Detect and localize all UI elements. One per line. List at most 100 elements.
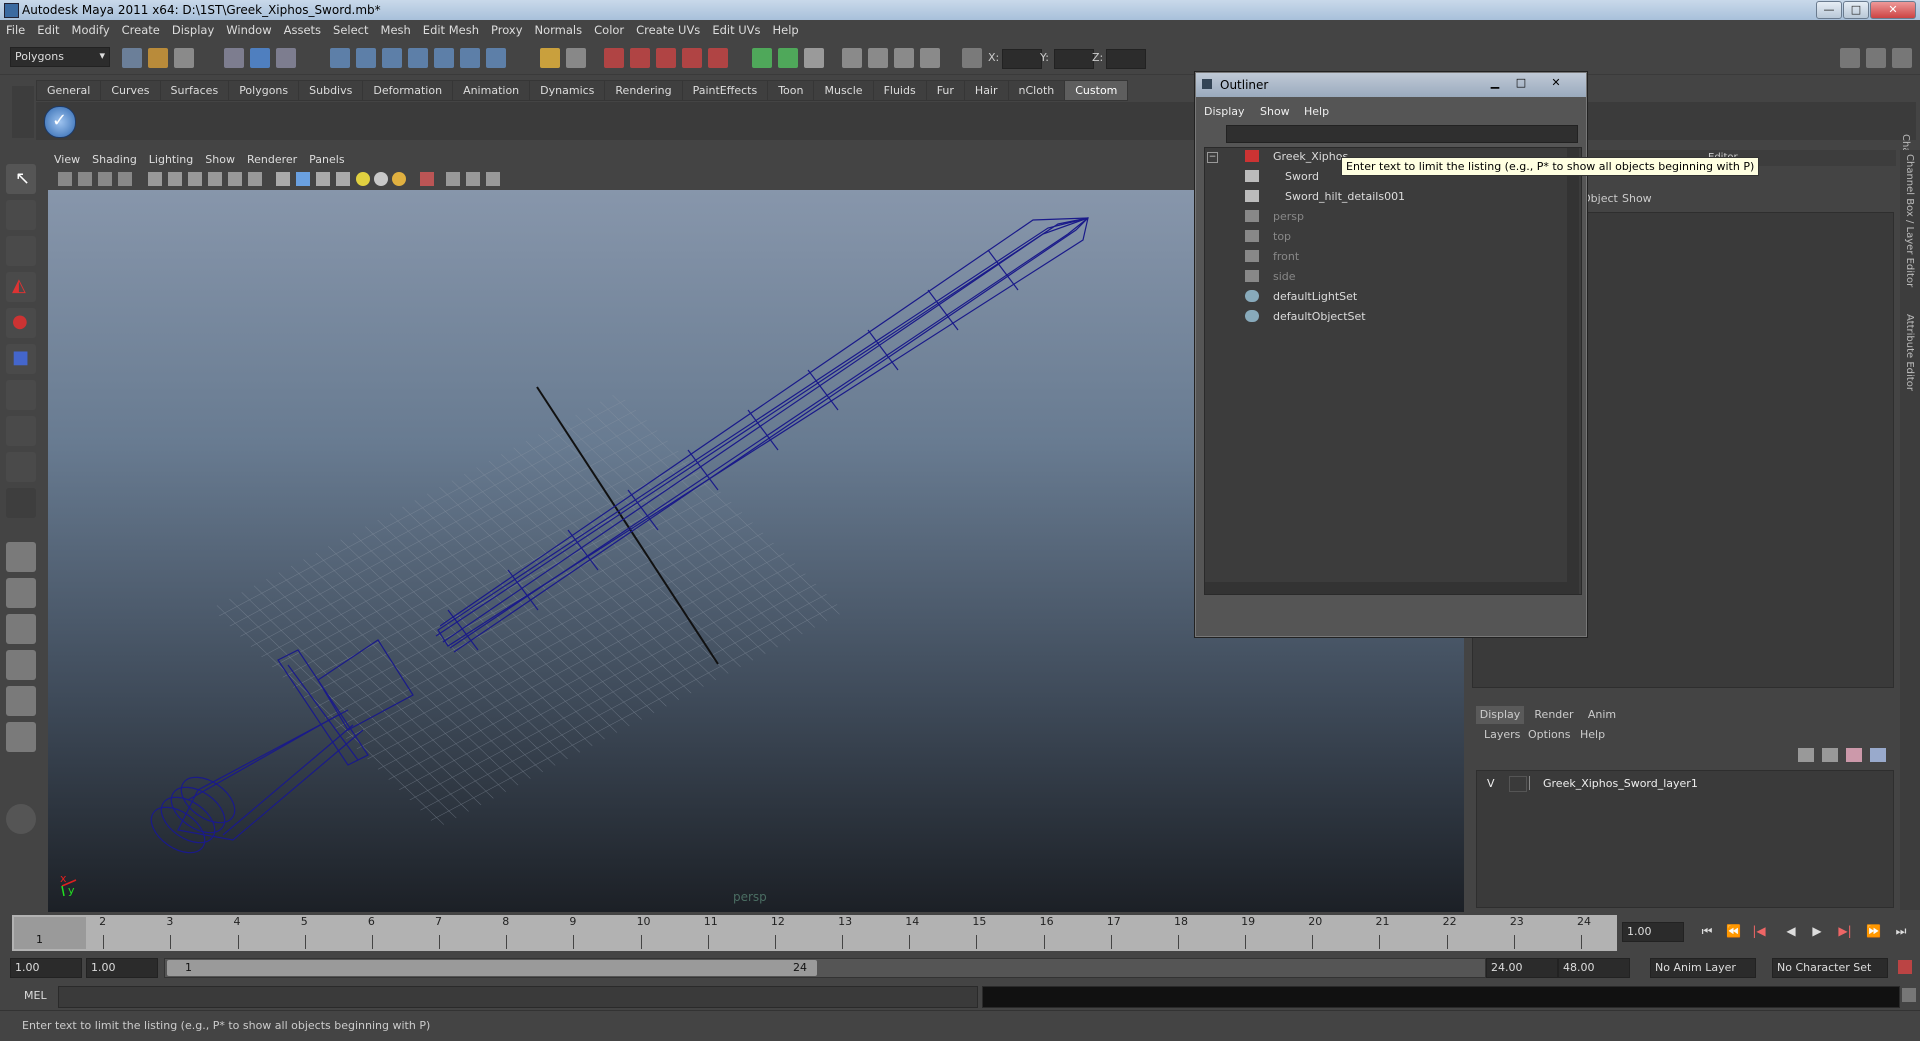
menu-normals[interactable]: Normals bbox=[529, 20, 589, 40]
layer-color-swatch[interactable] bbox=[1529, 776, 1542, 790]
menu-modify[interactable]: Modify bbox=[66, 20, 116, 40]
snap-view-plane-icon[interactable] bbox=[408, 48, 428, 68]
input-ops-icon[interactable] bbox=[752, 48, 772, 68]
trax-editor-icon[interactable] bbox=[920, 48, 940, 68]
select-object-icon[interactable] bbox=[250, 48, 270, 68]
persp-graph-layout-icon[interactable] bbox=[6, 650, 36, 680]
shelf-tab-custom[interactable]: Custom bbox=[1064, 80, 1129, 101]
step-back-frame-icon[interactable]: |◀ bbox=[1752, 924, 1766, 938]
shelf-tab-painteffects[interactable]: PaintEffects bbox=[681, 80, 769, 101]
outliner-item[interactable]: Sword_hilt_details001 bbox=[1245, 188, 1575, 206]
move-tool-icon[interactable]: ◭ bbox=[6, 272, 36, 302]
range-slider-track[interactable]: 1 24 bbox=[164, 958, 1486, 978]
help-icon[interactable] bbox=[486, 48, 506, 68]
outliner-menu-display[interactable]: Display bbox=[1204, 105, 1245, 118]
playback-end-field[interactable]: 24.00 bbox=[1486, 958, 1558, 978]
paint-effects-icon[interactable] bbox=[6, 804, 36, 834]
soft-mod-tool-icon[interactable] bbox=[6, 416, 36, 446]
maximize-button[interactable]: □ bbox=[1843, 1, 1869, 19]
backface-cull-icon[interactable] bbox=[486, 172, 500, 186]
absolute-transform-icon[interactable] bbox=[962, 48, 982, 68]
image-plane-icon[interactable] bbox=[118, 172, 132, 186]
make-live-icon[interactable] bbox=[434, 48, 454, 68]
outliner-filter-input[interactable] bbox=[1226, 125, 1578, 143]
auto-key-icon[interactable] bbox=[1898, 960, 1912, 974]
menu-set-dropdown[interactable]: Polygons ▾ bbox=[10, 47, 110, 67]
menu-show[interactable]: Show bbox=[1622, 192, 1652, 205]
outliner-item[interactable]: front bbox=[1245, 248, 1575, 266]
all-lights-icon[interactable] bbox=[374, 172, 388, 186]
render-view-icon[interactable] bbox=[708, 48, 728, 68]
layer-menu-layers[interactable]: Layers bbox=[1484, 728, 1520, 741]
playback-start-field[interactable]: 1.00 bbox=[86, 958, 158, 978]
rotate-tool-icon[interactable]: ● bbox=[6, 308, 36, 338]
select-tool-icon[interactable]: ↖ bbox=[6, 164, 36, 194]
new-layer-icon[interactable] bbox=[1798, 748, 1814, 762]
step-forward-frame-icon[interactable]: ▶| bbox=[1838, 924, 1852, 938]
layer-tab-anim[interactable]: Anim bbox=[1582, 706, 1622, 724]
render-settings-icon[interactable] bbox=[656, 48, 676, 68]
script-editor-icon[interactable] bbox=[1902, 988, 1916, 1002]
viewport-menu-shading[interactable]: Shading bbox=[86, 150, 143, 169]
shelf-tab-hair[interactable]: Hair bbox=[963, 80, 1009, 101]
tool-settings-toggle-icon[interactable] bbox=[1892, 48, 1912, 68]
scale-tool-icon[interactable]: ■ bbox=[6, 344, 36, 374]
play-backwards-icon[interactable]: ◀ bbox=[1784, 924, 1798, 938]
wireframe-shading-icon[interactable] bbox=[276, 172, 290, 186]
xray-joints-icon[interactable] bbox=[466, 172, 480, 186]
go-to-end-icon[interactable]: ⏭ bbox=[1894, 924, 1908, 938]
menu-window[interactable]: Window bbox=[220, 20, 277, 40]
transform-field-toggle-icon[interactable] bbox=[804, 48, 824, 68]
four-view-layout-icon[interactable] bbox=[6, 578, 36, 608]
viewport-menu-renderer[interactable]: Renderer bbox=[241, 150, 303, 169]
menu-edit[interactable]: Edit bbox=[31, 20, 65, 40]
outliner-persp-graph-layout-icon[interactable] bbox=[6, 722, 36, 752]
shelf-tab-general[interactable]: General bbox=[36, 80, 102, 101]
menu-help[interactable]: Help bbox=[767, 20, 805, 40]
shelf-tab-deformation[interactable]: Deformation bbox=[362, 80, 454, 101]
outliner-title-bar[interactable]: Outliner ▁ □ ✕ bbox=[1196, 73, 1586, 97]
dope-sheet-icon[interactable] bbox=[894, 48, 914, 68]
outliner-menu-show[interactable]: Show bbox=[1260, 105, 1290, 118]
menu-select[interactable]: Select bbox=[327, 20, 374, 40]
close-button[interactable]: ✕ bbox=[1870, 1, 1916, 19]
shelf-tab-fur[interactable]: Fur bbox=[925, 80, 965, 101]
anim-layer-dropdown[interactable]: No Anim Layer bbox=[1650, 958, 1756, 978]
shelf-tab-ncloth[interactable]: nCloth bbox=[1007, 80, 1066, 101]
lock-icon[interactable] bbox=[540, 48, 560, 68]
hypershade-icon[interactable] bbox=[682, 48, 702, 68]
layer-down-icon[interactable] bbox=[1870, 748, 1886, 762]
current-time-field[interactable]: 1.00 bbox=[1622, 922, 1684, 942]
step-forward-key-icon[interactable]: ⏩ bbox=[1866, 924, 1881, 938]
shelf-menu-icon[interactable] bbox=[12, 86, 34, 138]
layer-up-icon[interactable] bbox=[1846, 748, 1862, 762]
outliner-maximize-button[interactable]: □ bbox=[1510, 76, 1532, 92]
selection-mask-icon[interactable] bbox=[566, 48, 586, 68]
last-tool-icon[interactable] bbox=[6, 488, 36, 518]
time-slider[interactable]: 123456789101112131415161718192021222324 bbox=[12, 915, 1617, 951]
shelf-tab-subdivs[interactable]: Subdivs bbox=[298, 80, 364, 101]
hypergraph-icon[interactable] bbox=[842, 48, 862, 68]
xray-icon[interactable] bbox=[446, 172, 460, 186]
command-language-label[interactable]: MEL bbox=[24, 989, 47, 1002]
field-chart-icon[interactable] bbox=[228, 172, 242, 186]
menu-edit-mesh[interactable]: Edit Mesh bbox=[417, 20, 485, 40]
shelf-tab-muscle[interactable]: Muscle bbox=[813, 80, 874, 101]
persp-hypergraph-layout-icon[interactable] bbox=[6, 686, 36, 716]
animation-end-field[interactable]: 48.00 bbox=[1558, 958, 1630, 978]
shadows-icon[interactable] bbox=[392, 172, 406, 186]
z-field[interactable] bbox=[1106, 49, 1146, 69]
lasso-tool-icon[interactable] bbox=[6, 200, 36, 230]
layer-tab-display[interactable]: Display bbox=[1476, 706, 1524, 724]
select-hierarchy-icon[interactable] bbox=[224, 48, 244, 68]
snap-grid-icon[interactable] bbox=[330, 48, 350, 68]
outliner-item[interactable]: side bbox=[1245, 268, 1575, 286]
history-icon[interactable] bbox=[460, 48, 480, 68]
step-back-key-icon[interactable]: ⏪ bbox=[1726, 924, 1741, 938]
resolution-gate-icon[interactable] bbox=[188, 172, 202, 186]
isolate-select-icon[interactable] bbox=[420, 172, 434, 186]
menu-color[interactable]: Color bbox=[588, 20, 630, 40]
safe-action-icon[interactable] bbox=[248, 172, 262, 186]
command-input[interactable] bbox=[58, 986, 978, 1008]
default-lighting-icon[interactable] bbox=[356, 172, 370, 186]
